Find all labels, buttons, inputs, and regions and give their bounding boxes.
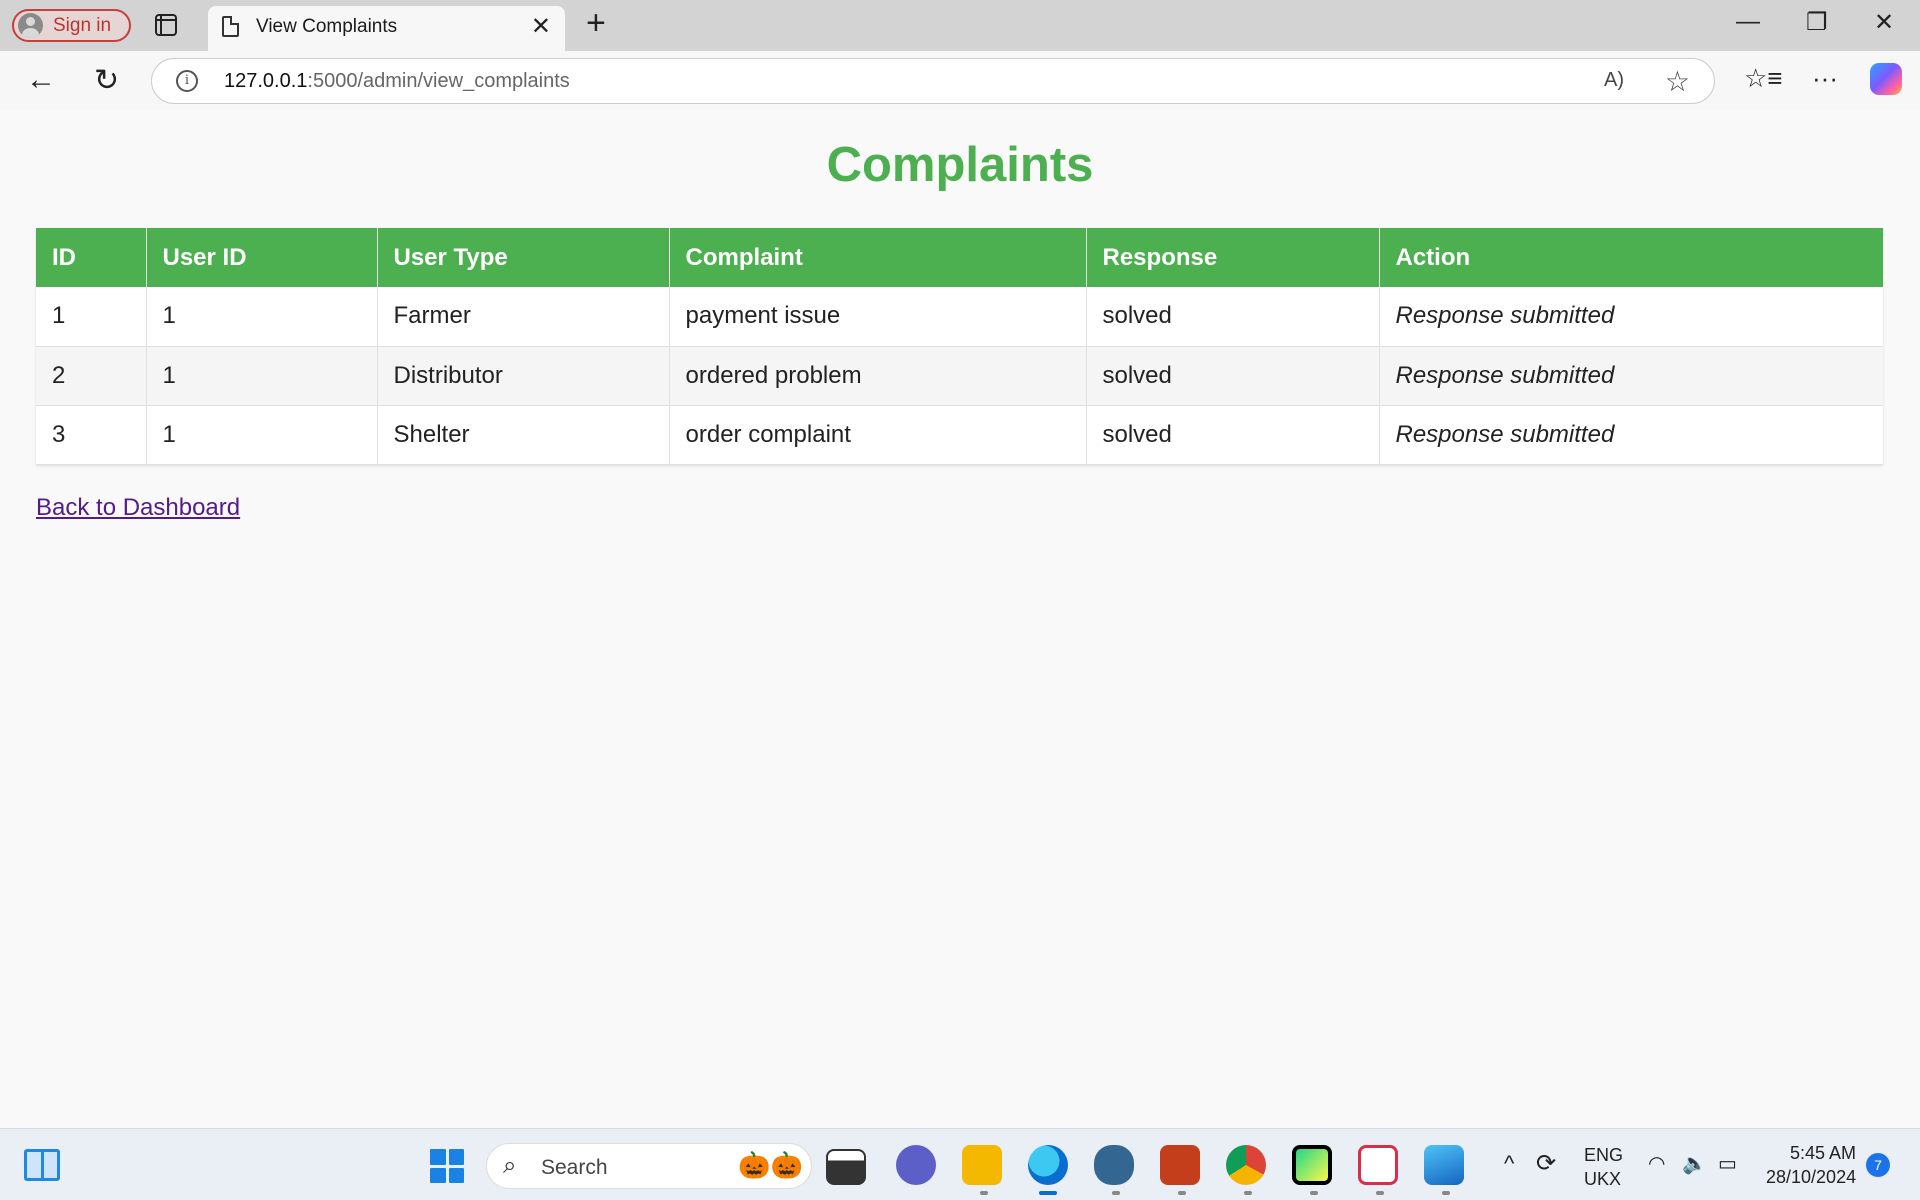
read-aloud-icon[interactable]: A) [1604,69,1624,92]
browser-navbar: ← ↻ i 127.0.0.1:5000/admin/view_complain… [0,51,1920,109]
cell-response: solved [1086,405,1380,465]
file-explorer-indicator [980,1191,988,1195]
show-hidden-icons-chevron-icon[interactable]: ^ [1504,1151,1514,1177]
more-options-icon[interactable]: ··· [1812,63,1838,94]
teams-chat-icon[interactable] [896,1145,936,1185]
postgresql-indicator [1112,1191,1120,1195]
new-tab-icon[interactable]: + [586,4,606,43]
snipping-tool-icon[interactable] [1358,1145,1398,1185]
browser-titlebar: Sign in View Complaints ✕ + — ❐ ✕ [0,0,1920,51]
site-info-icon[interactable]: i [176,70,198,92]
table-header-row: ID User ID User Type Complaint Response … [36,228,1883,287]
cell-user-id: 1 [146,346,378,406]
cell-action: Response submitted [1379,405,1883,465]
address-bar[interactable]: i 127.0.0.1:5000/admin/view_complaints A… [151,58,1715,104]
cell-complaint: order complaint [669,405,1087,465]
file-explorer-icon[interactable] [962,1145,1002,1185]
tab-view-complaints[interactable]: View Complaints ✕ [208,6,565,51]
tab-close-icon[interactable]: ✕ [531,12,551,41]
table-row: 3 1 Shelter order complaint solved Respo… [36,405,1883,465]
chrome-icon[interactable] [1226,1145,1266,1185]
pycharm-indicator [1310,1191,1318,1195]
cell-action: Response submitted [1379,287,1883,347]
battery-icon[interactable]: ▭ [1718,1151,1737,1176]
pycharm-icon[interactable] [1292,1145,1332,1185]
cell-user-type: Distributor [377,346,670,406]
cell-id: 2 [36,346,147,406]
photos-icon[interactable] [1424,1145,1464,1185]
table-row: 2 1 Distributor ordered problem solved R… [36,346,1883,406]
sign-in-label: Sign in [53,14,112,36]
copilot-icon[interactable] [1870,63,1902,95]
restore-icon[interactable]: ❐ [1806,8,1828,37]
url-path: :5000/admin/view_complaints [307,70,570,92]
language-top[interactable]: ENG [1584,1145,1623,1166]
notification-badge[interactable]: 7 [1866,1153,1890,1177]
photos-indicator [1442,1191,1450,1195]
cell-user-type: Farmer [377,287,670,347]
cell-response: solved [1086,287,1380,347]
cell-complaint: ordered problem [669,346,1087,406]
cell-user-id: 1 [146,405,378,465]
sync-icon[interactable]: ⟳ [1536,1149,1556,1178]
complaints-table: ID User ID User Type Complaint Response … [36,228,1883,465]
column-header-user-id: User ID [146,228,378,287]
cell-response: solved [1086,346,1380,406]
postgresql-icon[interactable] [1094,1145,1134,1185]
snipping-tool-indicator [1376,1191,1384,1195]
url-host: 127.0.0.1 [224,70,308,92]
pumpkin-highlight-icon: 🎃🎃 [738,1150,803,1180]
profile-avatar-icon [18,13,43,38]
wifi-icon[interactable]: ◠ [1648,1151,1665,1176]
page-body: Complaints ID User ID User Type Complain… [6,112,1914,1124]
column-header-response: Response [1086,228,1380,287]
edge-browser-icon[interactable] [1028,1145,1068,1185]
clock-date[interactable]: 28/10/2024 [1766,1167,1856,1188]
column-header-id: ID [36,228,147,287]
favorite-star-icon[interactable]: ☆ [1665,65,1690,98]
language-bottom[interactable]: UKX [1584,1169,1621,1190]
window-close-icon[interactable]: ✕ [1874,8,1894,37]
page-document-icon [222,16,239,37]
tab-title: View Complaints [256,16,398,37]
page-title: Complaints [826,138,1094,192]
column-header-action: Action [1379,228,1883,287]
windows-taskbar: ⌕ Search 🎃🎃 ^ ⟳ ENG UKX ◠ 🔈 ▭ 5:45 AM 28… [0,1128,1920,1200]
tab-actions-icon[interactable] [155,14,177,36]
column-header-complaint: Complaint [669,228,1087,287]
start-windows-icon[interactable] [430,1149,464,1183]
back-arrow-icon[interactable]: ← [26,63,56,97]
cell-action: Response submitted [1379,346,1883,406]
sign-in-button[interactable]: Sign in [12,9,131,42]
column-header-user-type: User Type [377,228,670,287]
edge-active-indicator [1039,1191,1057,1195]
clock-time[interactable]: 5:45 AM [1790,1143,1856,1164]
volume-icon[interactable]: 🔈 [1682,1151,1707,1176]
cell-user-type: Shelter [377,405,670,465]
cell-id: 3 [36,405,147,465]
table-row: 1 1 Farmer payment issue solved Response… [36,287,1883,347]
taskbar-search-box[interactable]: ⌕ Search 🎃🎃 [486,1143,812,1189]
cell-user-id: 1 [146,287,378,347]
back-to-dashboard-link[interactable]: Back to Dashboard [36,494,240,522]
url-text[interactable]: 127.0.0.1:5000/admin/view_complaints [224,70,570,93]
powerpoint-indicator [1178,1191,1186,1195]
minimize-icon[interactable]: — [1736,8,1760,36]
chrome-indicator [1244,1191,1252,1195]
search-icon: ⌕ [503,1152,517,1179]
task-view-icon[interactable] [826,1149,866,1185]
cell-id: 1 [36,287,147,347]
cell-complaint: payment issue [669,287,1087,347]
search-placeholder: Search [541,1156,608,1179]
powerpoint-icon[interactable] [1160,1145,1200,1185]
favorites-icon[interactable]: ☆≡ [1744,63,1782,94]
refresh-icon[interactable]: ↻ [94,63,119,98]
widgets-icon[interactable] [24,1149,60,1181]
